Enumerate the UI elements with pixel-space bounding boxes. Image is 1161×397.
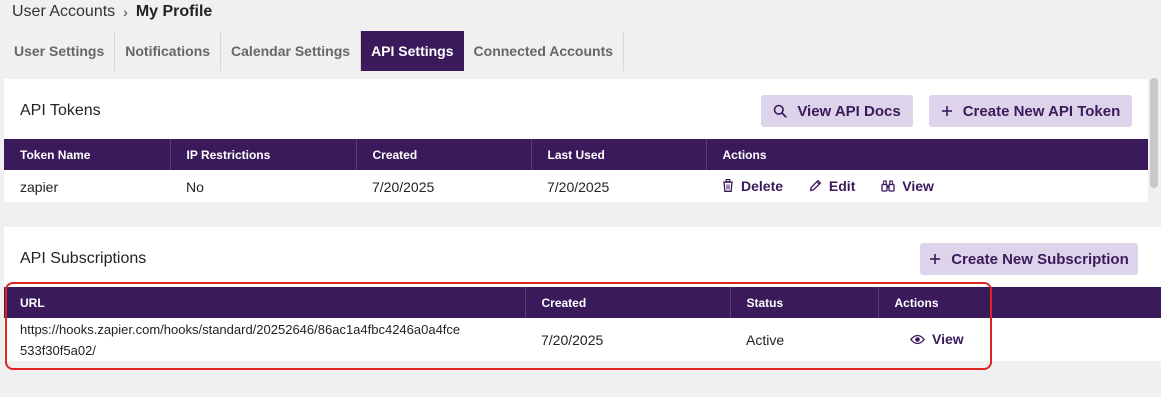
tab-user-settings[interactable]: User Settings xyxy=(4,31,116,71)
api-tokens-table: Token Name IP Restrictions Created Last … xyxy=(4,139,1148,203)
table-header-row: Token Name IP Restrictions Created Last … xyxy=(4,139,1148,170)
api-tokens-card: API Tokens View API Docs Create New API … xyxy=(4,79,1148,202)
binoculars-icon xyxy=(881,180,895,192)
view-label: View xyxy=(932,331,964,348)
view-subscription-button[interactable]: View xyxy=(910,331,964,347)
tab-notifications[interactable]: Notifications xyxy=(115,31,222,71)
subscription-url: https://hooks.zapier.com/hooks/standard/… xyxy=(4,318,525,361)
col-token-name: Token Name xyxy=(4,139,171,170)
token-ip-restrictions: No xyxy=(186,178,204,195)
api-subscriptions-title: API Subscriptions xyxy=(20,250,147,267)
page-title: My Profile xyxy=(135,3,213,20)
scrollbar[interactable] xyxy=(1150,78,1158,188)
col-url: URL xyxy=(4,287,526,318)
breadcrumb: User Accounts › My Profile xyxy=(12,2,212,22)
tab-connected-accounts[interactable]: Connected Accounts xyxy=(464,31,625,71)
search-icon xyxy=(773,104,787,118)
breadcrumb-user-accounts[interactable]: User Accounts xyxy=(12,3,115,21)
trash-icon xyxy=(723,179,733,193)
create-subscription-button[interactable]: Create New Subscription xyxy=(920,243,1138,275)
table-row: https://hooks.zapier.com/hooks/standard/… xyxy=(4,318,1161,361)
create-subscription-label: Create New Subscription xyxy=(951,250,1129,268)
view-api-docs-button[interactable]: View API Docs xyxy=(761,95,913,127)
api-subscriptions-table: URL Created Status Actions https://hooks… xyxy=(4,287,1161,361)
subscription-actions: View xyxy=(878,318,1161,361)
delete-token-button[interactable]: Delete xyxy=(722,178,783,194)
settings-tabs: User Settings Notifications Calendar Set… xyxy=(4,31,625,71)
tab-calendar-settings[interactable]: Calendar Settings xyxy=(221,31,362,71)
col-created: Created xyxy=(525,287,731,318)
subscription-url-line2: 533f30f5a02/ xyxy=(20,342,96,358)
token-last-used: 7/20/2025 xyxy=(547,178,610,195)
api-subscriptions-card: API Subscriptions Create New Subscriptio… xyxy=(4,227,1161,361)
eye-icon xyxy=(910,334,925,344)
token-created: 7/20/2025 xyxy=(372,178,435,195)
token-actions: Delete Edit View xyxy=(706,170,1148,203)
pencil-icon xyxy=(809,180,821,192)
view-token-button[interactable]: View xyxy=(881,178,934,194)
col-created: Created xyxy=(356,139,532,170)
col-last-used: Last Used xyxy=(531,139,707,170)
col-ip-restrictions: IP Restrictions xyxy=(170,139,357,170)
plus-icon xyxy=(929,253,941,265)
create-api-token-label: Create New API Token xyxy=(962,102,1121,120)
token-name: zapier xyxy=(20,178,59,195)
view-api-docs-label: View API Docs xyxy=(797,102,901,120)
edit-label: Edit xyxy=(828,177,856,194)
chevron-right-icon: › xyxy=(123,4,128,20)
subscription-created: 7/20/2025 xyxy=(541,331,604,348)
api-tokens-title: API Tokens xyxy=(20,102,101,119)
table-row: zapier No 7/20/2025 7/20/2025 Delete Edi… xyxy=(4,170,1148,203)
subscription-url-line1: https://hooks.zapier.com/hooks/standard/… xyxy=(20,321,461,337)
col-actions: Actions xyxy=(878,287,1161,318)
plus-icon xyxy=(941,105,953,117)
edit-token-button[interactable]: Edit xyxy=(809,178,855,194)
subscription-status: Active xyxy=(746,331,785,348)
table-header-row: URL Created Status Actions xyxy=(4,287,1161,318)
col-actions: Actions xyxy=(706,139,1148,170)
delete-label: Delete xyxy=(741,177,784,194)
col-status: Status xyxy=(730,287,879,318)
tab-api-settings[interactable]: API Settings xyxy=(361,31,464,71)
view-label: View xyxy=(902,178,934,195)
create-api-token-button[interactable]: Create New API Token xyxy=(929,95,1132,127)
